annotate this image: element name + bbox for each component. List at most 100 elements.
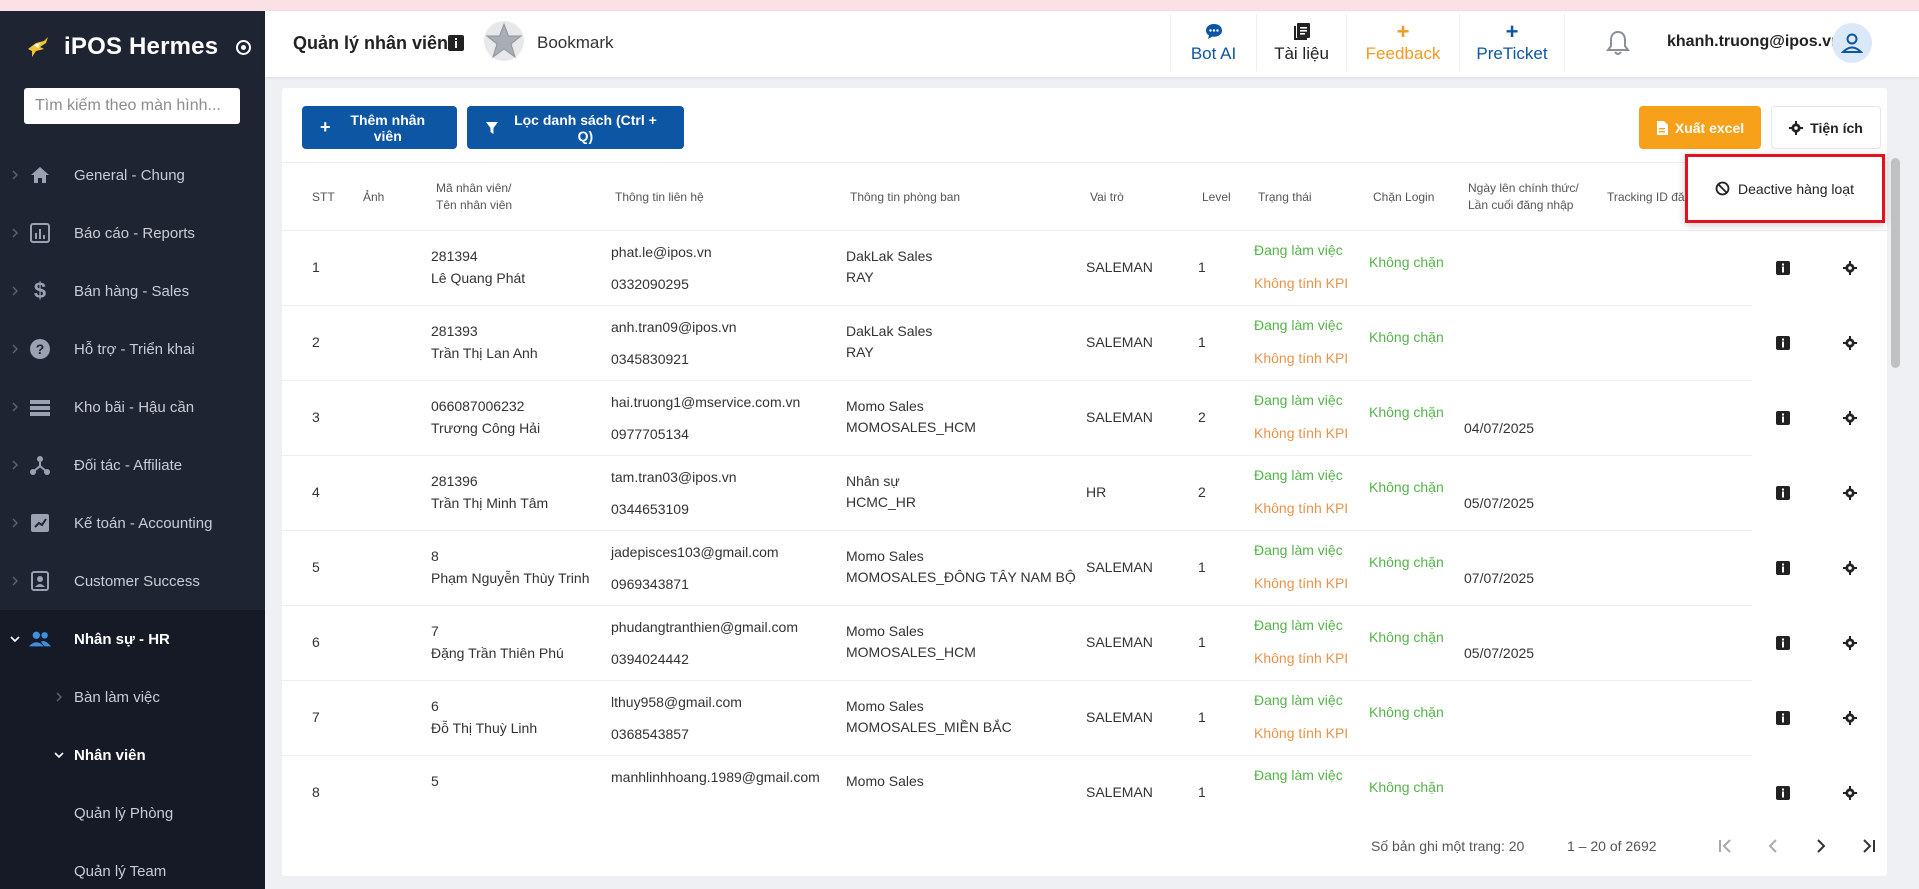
header-date[interactable]: Ngày lên chính thức/ Lần cuối đăng nhập [1468, 163, 1579, 231]
header-role[interactable]: Vai trò [1090, 163, 1124, 231]
header-block[interactable]: Chặn Login [1373, 163, 1434, 231]
table-row[interactable]: 2 281393 Trần Thị Lan Anh anh.tran09@ipos.v… [282, 306, 1857, 381]
header-level[interactable]: Level [1202, 163, 1231, 231]
cell-email[interactable]: manhlinhhoang.1989@gmail.com [611, 769, 820, 785]
preticket-button[interactable]: + PreTicket [1459, 14, 1565, 71]
sidebar-item-accounting[interactable]: Kế toán - Accounting [0, 494, 265, 552]
cell-dept: Nhân sự [846, 473, 900, 489]
info-icon[interactable] [1776, 336, 1790, 350]
sidebar-item-hr[interactable]: Nhân sự - HR [0, 610, 265, 668]
book-icon [1293, 22, 1311, 42]
table-row[interactable]: 8 5 manhlinhhoang.1989@gmail.com Momo Sales… [282, 756, 1857, 802]
header-dept[interactable]: Thông tin phòng ban [850, 163, 960, 231]
sidebar-subitem-workspace[interactable]: Bàn làm việc [0, 668, 265, 726]
chevron-right-icon [12, 344, 18, 354]
cell-stt: 5 [312, 559, 320, 575]
sidebar-item-affiliate[interactable]: Đối tác - Affiliate [0, 436, 265, 494]
last-page-button[interactable] [1855, 832, 1883, 860]
table-row[interactable]: 6 7 Đặng Trần Thiên Phú phudangtranthien@gm… [282, 606, 1857, 681]
info-icon[interactable] [1776, 561, 1790, 575]
sidebar-item-general[interactable]: General - Chung [0, 146, 265, 204]
filter-button[interactable]: Lọc danh sách (Ctrl + Q) [467, 106, 684, 149]
info-icon[interactable] [1776, 786, 1790, 800]
cell-email[interactable]: phat.le@ipos.vn [611, 244, 712, 260]
cell-email[interactable]: lthuy958@gmail.com [611, 694, 742, 710]
gear-icon[interactable] [1843, 711, 1857, 725]
info-icon[interactable] [1776, 636, 1790, 650]
user-email[interactable]: khanh.truong@ipos.vn [1667, 33, 1841, 51]
cell-level: 2 [1198, 409, 1206, 425]
cell-level: 1 [1198, 709, 1206, 725]
sidebar-item-warehouse[interactable]: Kho bãi - Hậu cần [0, 378, 265, 436]
table-row[interactable]: 1 281394 Lê Quang Phát phat.le@ipos.vn 03320… [282, 231, 1857, 306]
gear-icon[interactable] [1843, 636, 1857, 650]
bot-ai-button[interactable]: Bot AI [1170, 14, 1256, 71]
info-icon[interactable] [1776, 711, 1790, 725]
sidebar-subitem-teams[interactable]: Quản lý Team [0, 842, 265, 889]
gear-icon[interactable] [1843, 786, 1857, 800]
utilities-button[interactable]: Tiện ích [1771, 106, 1881, 149]
deactivate-bulk-item[interactable]: Deactive hàng loạt [1738, 181, 1854, 197]
sidebar-item-customer-success[interactable]: Customer Success [0, 552, 265, 610]
table-row[interactable]: 7 6 Đỗ Thị Thuỳ Linh lthuy958@gmail.com 0368… [282, 681, 1857, 756]
header-contact[interactable]: Thông tin liên hệ [615, 163, 704, 231]
table-row[interactable]: 4 281396 Trần Thị Minh Tâm tam.tran03@ipos.… [282, 456, 1857, 531]
gear-icon[interactable] [1843, 411, 1857, 425]
info-icon[interactable] [448, 35, 464, 51]
header-stt[interactable]: STT [312, 163, 335, 231]
avatar[interactable] [1832, 23, 1872, 63]
sidebar-subitem-departments[interactable]: Quản lý Phòng [0, 784, 265, 842]
brand[interactable]: iPOS Hermes [24, 33, 252, 61]
header: Quản lý nhân viên Bookmark Bot AI Tài li… [265, 11, 1919, 77]
cell-block: Không chặn [1369, 404, 1444, 420]
first-page-button[interactable] [1711, 832, 1739, 860]
sidebar-subitem-employees[interactable]: Nhân viên [0, 726, 265, 784]
header-photo[interactable]: Ảnh [363, 163, 384, 231]
cell-status: Đang làm việc [1254, 767, 1343, 783]
first-page-icon [1719, 839, 1731, 853]
docs-button[interactable]: Tài liệu [1256, 14, 1346, 71]
next-page-button[interactable] [1807, 832, 1835, 860]
table-row[interactable]: 3 066087006232 Trương Công Hải hai.truong1@… [282, 381, 1857, 456]
cell-level: 1 [1198, 559, 1206, 575]
sidebar-subitem-label: Quản lý Team [74, 862, 167, 880]
cell-name: Đặng Trần Thiên Phú [431, 645, 564, 661]
export-excel-button[interactable]: Xuất excel [1639, 106, 1761, 149]
add-employee-button[interactable]: + Thêm nhân viên [302, 106, 457, 149]
header-status[interactable]: Trạng thái [1258, 163, 1312, 231]
sidebar-item-label: Kho bãi - Hậu cần [74, 398, 195, 416]
prev-page-button[interactable] [1759, 832, 1787, 860]
vertical-scrollbar[interactable] [1891, 158, 1900, 368]
sidebar-item-support[interactable]: ? Hỗ trợ - Triển khai [0, 320, 265, 378]
cell-role: SALEMAN [1086, 709, 1153, 725]
star-badge-icon[interactable] [483, 20, 525, 62]
cell-email[interactable]: anh.tran09@ipos.vn [611, 319, 737, 335]
bell-icon[interactable] [1605, 29, 1631, 57]
cell-level: 1 [1198, 334, 1206, 350]
info-icon[interactable] [1776, 486, 1790, 500]
cell-email[interactable]: tam.tran03@ipos.vn [611, 469, 737, 485]
header-code[interactable]: Mã nhân viên/ Tên nhân viên [436, 163, 512, 231]
cell-kpi: Không tính KPI [1254, 650, 1349, 666]
cell-level: 1 [1198, 259, 1206, 275]
cell-email[interactable]: hai.truong1@mservice.com.vn [611, 394, 800, 410]
sidebar-item-reports[interactable]: Báo cáo - Reports [0, 204, 265, 262]
cell-email[interactable]: phudangtranthien@gmail.com [611, 619, 798, 635]
target-icon[interactable] [236, 39, 252, 55]
gear-icon[interactable] [1843, 261, 1857, 275]
page-size-label[interactable]: Số bản ghi một trang: 20 [1371, 838, 1524, 854]
table-row[interactable]: 5 8 Phạm Nguyễn Thùy Trinh jadepisces103@gm… [282, 531, 1857, 606]
gear-icon[interactable] [1843, 561, 1857, 575]
info-icon[interactable] [1776, 411, 1790, 425]
cell-email[interactable]: jadepisces103@gmail.com [611, 544, 779, 560]
bookmark-link[interactable]: Bookmark [537, 33, 614, 53]
gear-icon[interactable] [1843, 336, 1857, 350]
feedback-button[interactable]: + Feedback [1346, 14, 1459, 71]
sidebar-search-input[interactable] [24, 88, 240, 124]
cell-kpi: Không tính KPI [1254, 575, 1349, 591]
info-icon[interactable] [1776, 261, 1790, 275]
cell-code: 8 [431, 548, 439, 564]
sidebar-item-sales[interactable]: $ Bán hàng - Sales [0, 262, 265, 320]
header-code-line2: Tên nhân viên [436, 198, 513, 212]
gear-icon[interactable] [1843, 486, 1857, 500]
